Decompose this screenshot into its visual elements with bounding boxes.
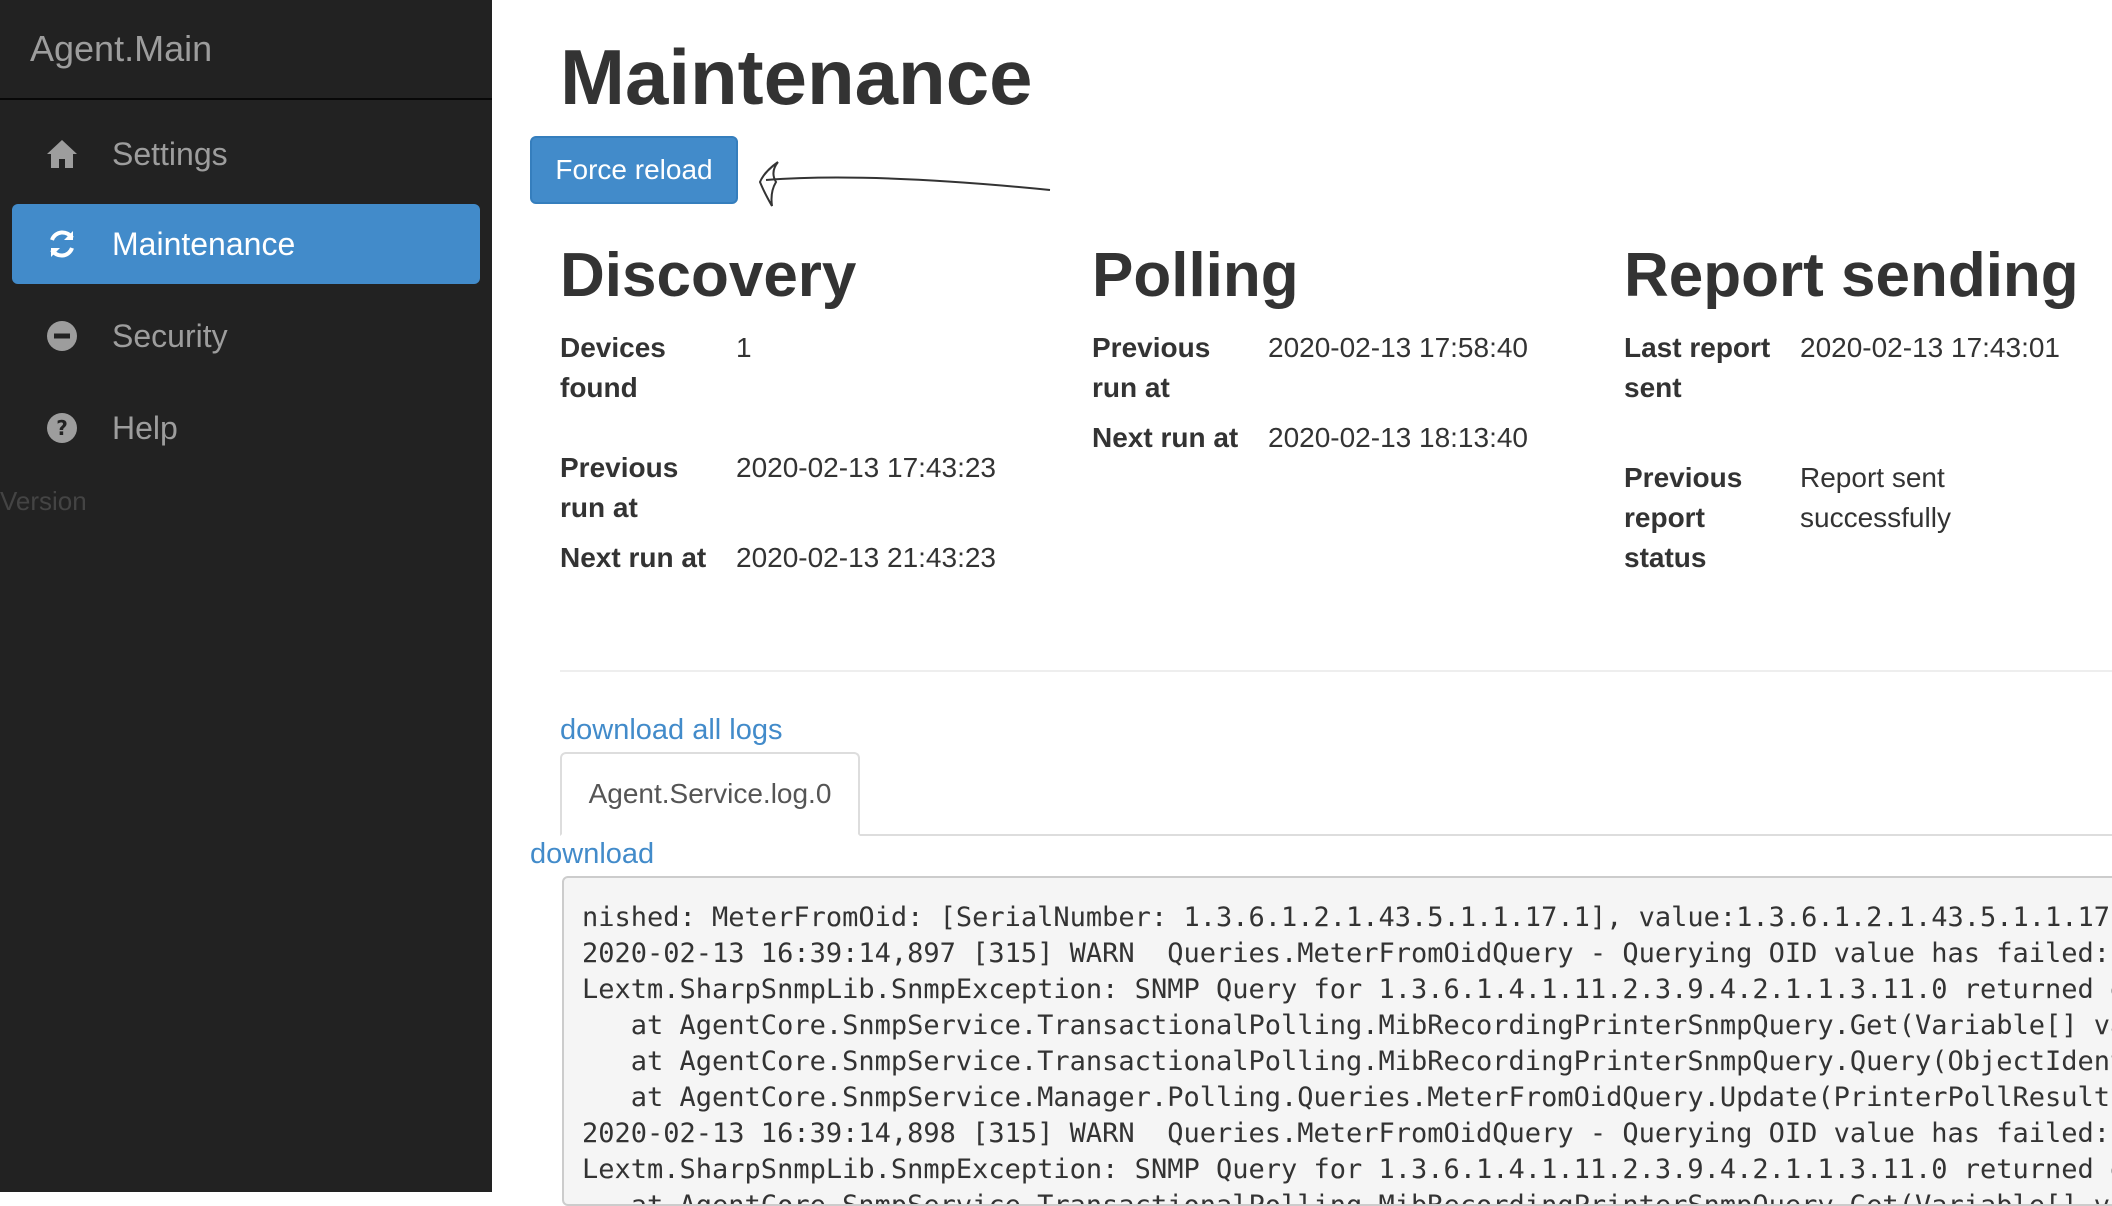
polling-section: Polling <box>1092 240 1299 311</box>
last-report-sent-value: 2020-02-13 17:43:01 <box>1800 332 2060 363</box>
sidebar-item-label: Maintenance <box>112 225 296 262</box>
sidebar-item-label: Settings <box>112 135 228 172</box>
discovery-next-run-label: Next run at <box>560 542 707 573</box>
sidebar-item-label: Security <box>112 317 228 354</box>
discovery-next-run-value: 2020-02-13 21:43:23 <box>736 542 996 573</box>
home-icon <box>42 134 82 174</box>
refresh-icon <box>42 224 82 264</box>
minus-circle-icon <box>42 316 82 356</box>
polling-previous-run-label: Previous run at <box>1092 332 1211 403</box>
section-divider <box>560 670 2112 672</box>
discovery-section: Discovery <box>560 240 856 311</box>
report-heading: Report sending <box>1624 241 2079 310</box>
sidebar-item-settings[interactable]: Settings <box>12 114 480 194</box>
sidebar-item-label: Help <box>112 409 178 446</box>
devices-found-value: 1 <box>736 332 752 363</box>
polling-heading: Polling <box>1092 241 1299 310</box>
report-section: Report sending <box>1624 240 2079 311</box>
devices-found-label: Devices found <box>560 332 666 403</box>
sidebar-item-maintenance[interactable]: Maintenance <box>12 204 480 284</box>
download-all-logs-link[interactable]: download all logs <box>560 714 782 747</box>
log-line: Lextm.SharpSnmpLib.SnmpException: SNMP Q… <box>582 1154 2112 1185</box>
last-report-sent-label: Last report sent <box>1624 332 1771 403</box>
polling-next-run-value: 2020-02-13 18:13:40 <box>1268 422 1528 453</box>
log-line: at AgentCore.SnmpService.TransactionalPo… <box>582 1010 2112 1041</box>
previous-report-status-value: Report sent successfully <box>1800 462 1951 533</box>
question-circle-icon: ? <box>42 408 82 448</box>
polling-previous-run-value: 2020-02-13 17:58:40 <box>1268 332 1528 363</box>
log-line: Lextm.SharpSnmpLib.SnmpException: SNMP Q… <box>582 974 2112 1005</box>
tab-agent-service-log-0[interactable]: Agent.Service.log.0 <box>560 752 860 836</box>
sidebar-item-help[interactable]: ? Help <box>12 388 480 468</box>
log-line: 2020-02-13 16:39:14,897 [315] WARN Queri… <box>582 938 2112 969</box>
log-line: at AgentCore.SnmpService.Manager.Polling… <box>582 1082 2112 1113</box>
sidebar: Agent.Main Settings Maintenance Security… <box>0 0 492 1192</box>
force-reload-button[interactable]: Force reload <box>530 136 738 204</box>
discovery-previous-run-label: Previous run at <box>560 452 679 523</box>
brand-title[interactable]: Agent.Main <box>30 28 212 70</box>
sidebar-divider <box>0 98 492 100</box>
polling-next-run-label: Next run at <box>1092 422 1239 453</box>
version-label: Version <box>0 486 87 516</box>
log-line: at AgentCore.SnmpService.TransactionalPo… <box>582 1190 2112 1206</box>
hand-drawn-arrow-annotation <box>758 161 1051 207</box>
sidebar-item-security[interactable]: Security <box>12 296 480 376</box>
log-line: 2020-02-13 16:39:14,898 [315] WARN Queri… <box>582 1118 2112 1149</box>
main-content: Maintenance Force reload Discovery Devic… <box>492 0 2112 1206</box>
log-line: at AgentCore.SnmpService.TransactionalPo… <box>582 1046 2112 1077</box>
log-viewer[interactable]: nished: MeterFromOid: [SerialNumber: 1.3… <box>562 876 2112 1206</box>
discovery-previous-run-value: 2020-02-13 17:43:23 <box>736 452 996 483</box>
page-title: Maintenance <box>560 33 1033 121</box>
svg-text:?: ? <box>56 416 68 440</box>
discovery-heading: Discovery <box>560 241 857 310</box>
log-line: nished: MeterFromOid: [SerialNumber: 1.3… <box>582 902 2112 933</box>
download-log-link[interactable]: download <box>530 838 654 871</box>
previous-report-status-label: Previous report status <box>1624 462 1743 573</box>
